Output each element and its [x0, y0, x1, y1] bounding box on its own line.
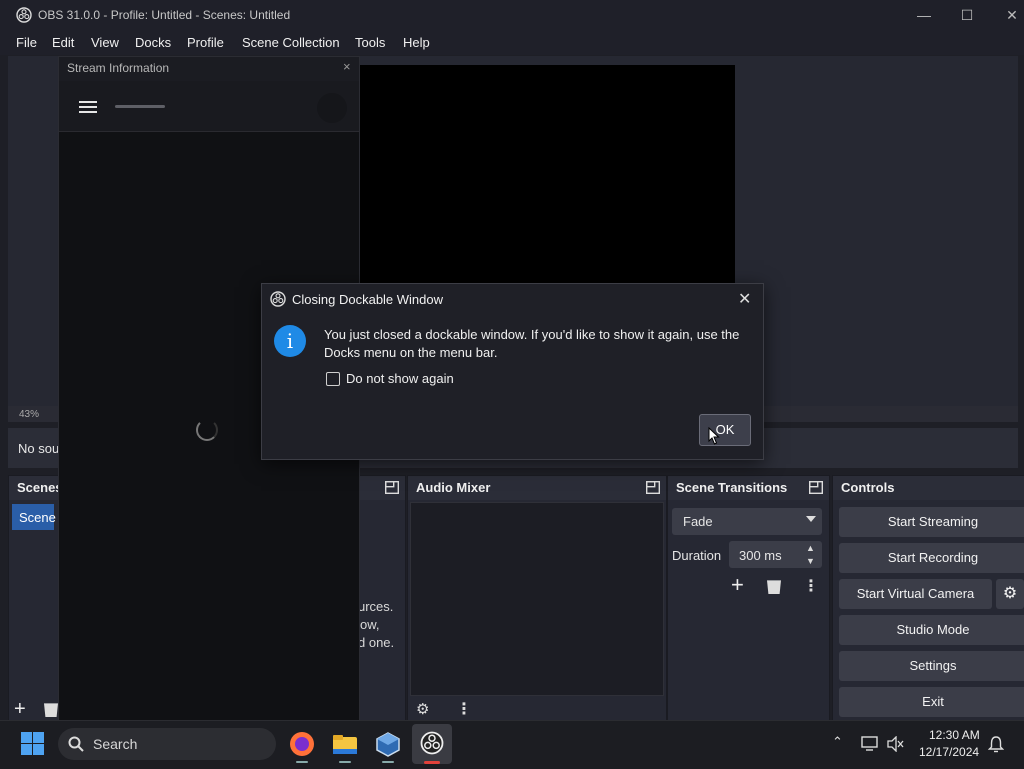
dialog-close-icon[interactable]: ✕ [738, 289, 751, 309]
sources-header [359, 476, 405, 500]
close-window-button[interactable]: ✕ [1002, 6, 1022, 24]
scene-transitions-header: Scene Transitions [668, 476, 829, 500]
search-placeholder: Search [93, 736, 138, 752]
gear-icon[interactable]: ⚙ [996, 579, 1024, 609]
duration-label: Duration [672, 548, 722, 563]
scene-item-label: Scene [19, 510, 56, 525]
sources-empty-line: urces. [358, 599, 394, 614]
mixer-menu-icon[interactable]: ⋮ [456, 699, 472, 719]
file-explorer-icon[interactable] [331, 730, 359, 758]
scenes-title: Scenes [17, 480, 63, 495]
sources-empty-line: d one. [358, 635, 395, 650]
do-not-show-checkbox[interactable] [326, 372, 340, 386]
menu-help[interactable]: Help [403, 35, 430, 50]
menu-docks[interactable]: Docks [135, 35, 171, 50]
start-recording-button[interactable]: Start Recording [839, 543, 1024, 573]
clock-date[interactable]: 12/17/2024 [919, 745, 979, 759]
sources-empty-line: ow, [360, 617, 380, 632]
loading-spinner-icon [196, 419, 218, 441]
obs-logo-icon [420, 731, 444, 755]
avatar [317, 93, 347, 123]
menu-profile[interactable]: Profile [187, 35, 224, 50]
audio-mixer-header: Audio Mixer [408, 476, 666, 500]
controls-header: Controls [833, 476, 1024, 500]
exit-button[interactable]: Exit [839, 687, 1024, 717]
duration-value: 300 ms [739, 548, 782, 563]
undock-icon[interactable] [385, 481, 399, 494]
menu-scene-collection[interactable]: Scene Collection [242, 35, 340, 50]
running-app-indicator [296, 761, 308, 763]
volume-muted-icon[interactable] [886, 736, 904, 752]
menu-edit[interactable]: Edit [52, 35, 74, 50]
menu-file[interactable]: File [16, 35, 37, 50]
title-bar: OBS 31.0.0 - Profile: Untitled - Scenes:… [0, 0, 1024, 31]
close-icon[interactable]: × [343, 59, 351, 74]
studio-mode-button[interactable]: Studio Mode [839, 615, 1024, 645]
hamburger-menu-icon[interactable] [79, 101, 97, 113]
remove-scene-icon[interactable] [44, 703, 58, 717]
windows-start-icon[interactable] [21, 732, 44, 755]
mixer-settings-icon[interactable]: ⚙ [416, 700, 429, 718]
window-title: OBS 31.0.0 - Profile: Untitled - Scenes:… [38, 8, 291, 22]
audio-mixer-title: Audio Mixer [416, 480, 491, 495]
settings-button[interactable]: Settings [839, 651, 1024, 681]
running-app-indicator [382, 761, 394, 763]
zoom-level: 43% [19, 409, 40, 420]
add-scene-icon[interactable]: + [14, 699, 36, 720]
do-not-show-label[interactable]: Do not show again [346, 371, 454, 386]
increment-icon[interactable]: ▲ [806, 543, 815, 553]
menu-tools[interactable]: Tools [355, 35, 385, 50]
ok-button[interactable]: OK [699, 414, 751, 446]
obs-logo-icon [270, 291, 286, 307]
chevron-up-icon[interactable]: ⌃ [832, 734, 843, 750]
dialog-title: Closing Dockable Window [292, 292, 444, 307]
active-app-indicator [424, 761, 440, 764]
remove-transition-icon[interactable] [767, 580, 781, 594]
clock-time[interactable]: 12:30 AM [929, 728, 980, 742]
network-icon[interactable] [861, 736, 879, 752]
scene-transitions-title: Scene Transitions [676, 480, 788, 495]
dialog-message: You just closed a dockable window. If yo… [324, 327, 740, 360]
transition-menu-icon[interactable]: ⋮ [803, 576, 819, 596]
taskbar-search[interactable] [58, 728, 276, 760]
chevron-down-icon [806, 516, 816, 522]
scenes-header: Scenes [9, 476, 63, 500]
decrement-icon[interactable]: ▼ [806, 556, 815, 566]
start-streaming-button[interactable]: Start Streaming [839, 507, 1024, 537]
mouse-cursor-icon [708, 427, 720, 445]
start-virtual-camera-button[interactable]: Start Virtual Camera [839, 579, 992, 609]
menu-bar: File Edit View Docks Profile Scene Colle… [0, 31, 1024, 55]
notification-bell-icon[interactable] [988, 735, 1004, 753]
no-source-label: No sou [18, 441, 60, 456]
minimize-button[interactable]: — [914, 6, 934, 24]
info-icon: i [274, 325, 306, 357]
scene-list-item[interactable]: Scene [12, 504, 56, 530]
firefox-icon[interactable] [288, 730, 316, 758]
stream-dock-toolbar [59, 81, 359, 132]
maximize-button[interactable]: ☐ [957, 6, 977, 24]
transition-select-value: Fade [683, 514, 713, 529]
virtualbox-icon[interactable] [374, 730, 402, 758]
sources-empty-text: urces. ow, d one. [358, 598, 394, 652]
add-transition-icon[interactable]: + [731, 574, 744, 596]
running-app-indicator [339, 761, 351, 763]
stream-dock-title: Stream Information [67, 61, 170, 75]
obs-logo-icon [16, 7, 32, 23]
closing-dock-dialog: Closing Dockable Window ✕ i You just clo… [261, 283, 764, 460]
audio-mixer-list [410, 502, 664, 696]
menu-view[interactable]: View [91, 35, 119, 50]
controls-title: Controls [841, 480, 895, 495]
undock-icon[interactable] [809, 481, 823, 494]
search-icon [68, 736, 84, 752]
preview-canvas[interactable] [358, 65, 735, 287]
undock-icon[interactable] [646, 481, 660, 494]
loading-placeholder-bar [115, 105, 165, 108]
